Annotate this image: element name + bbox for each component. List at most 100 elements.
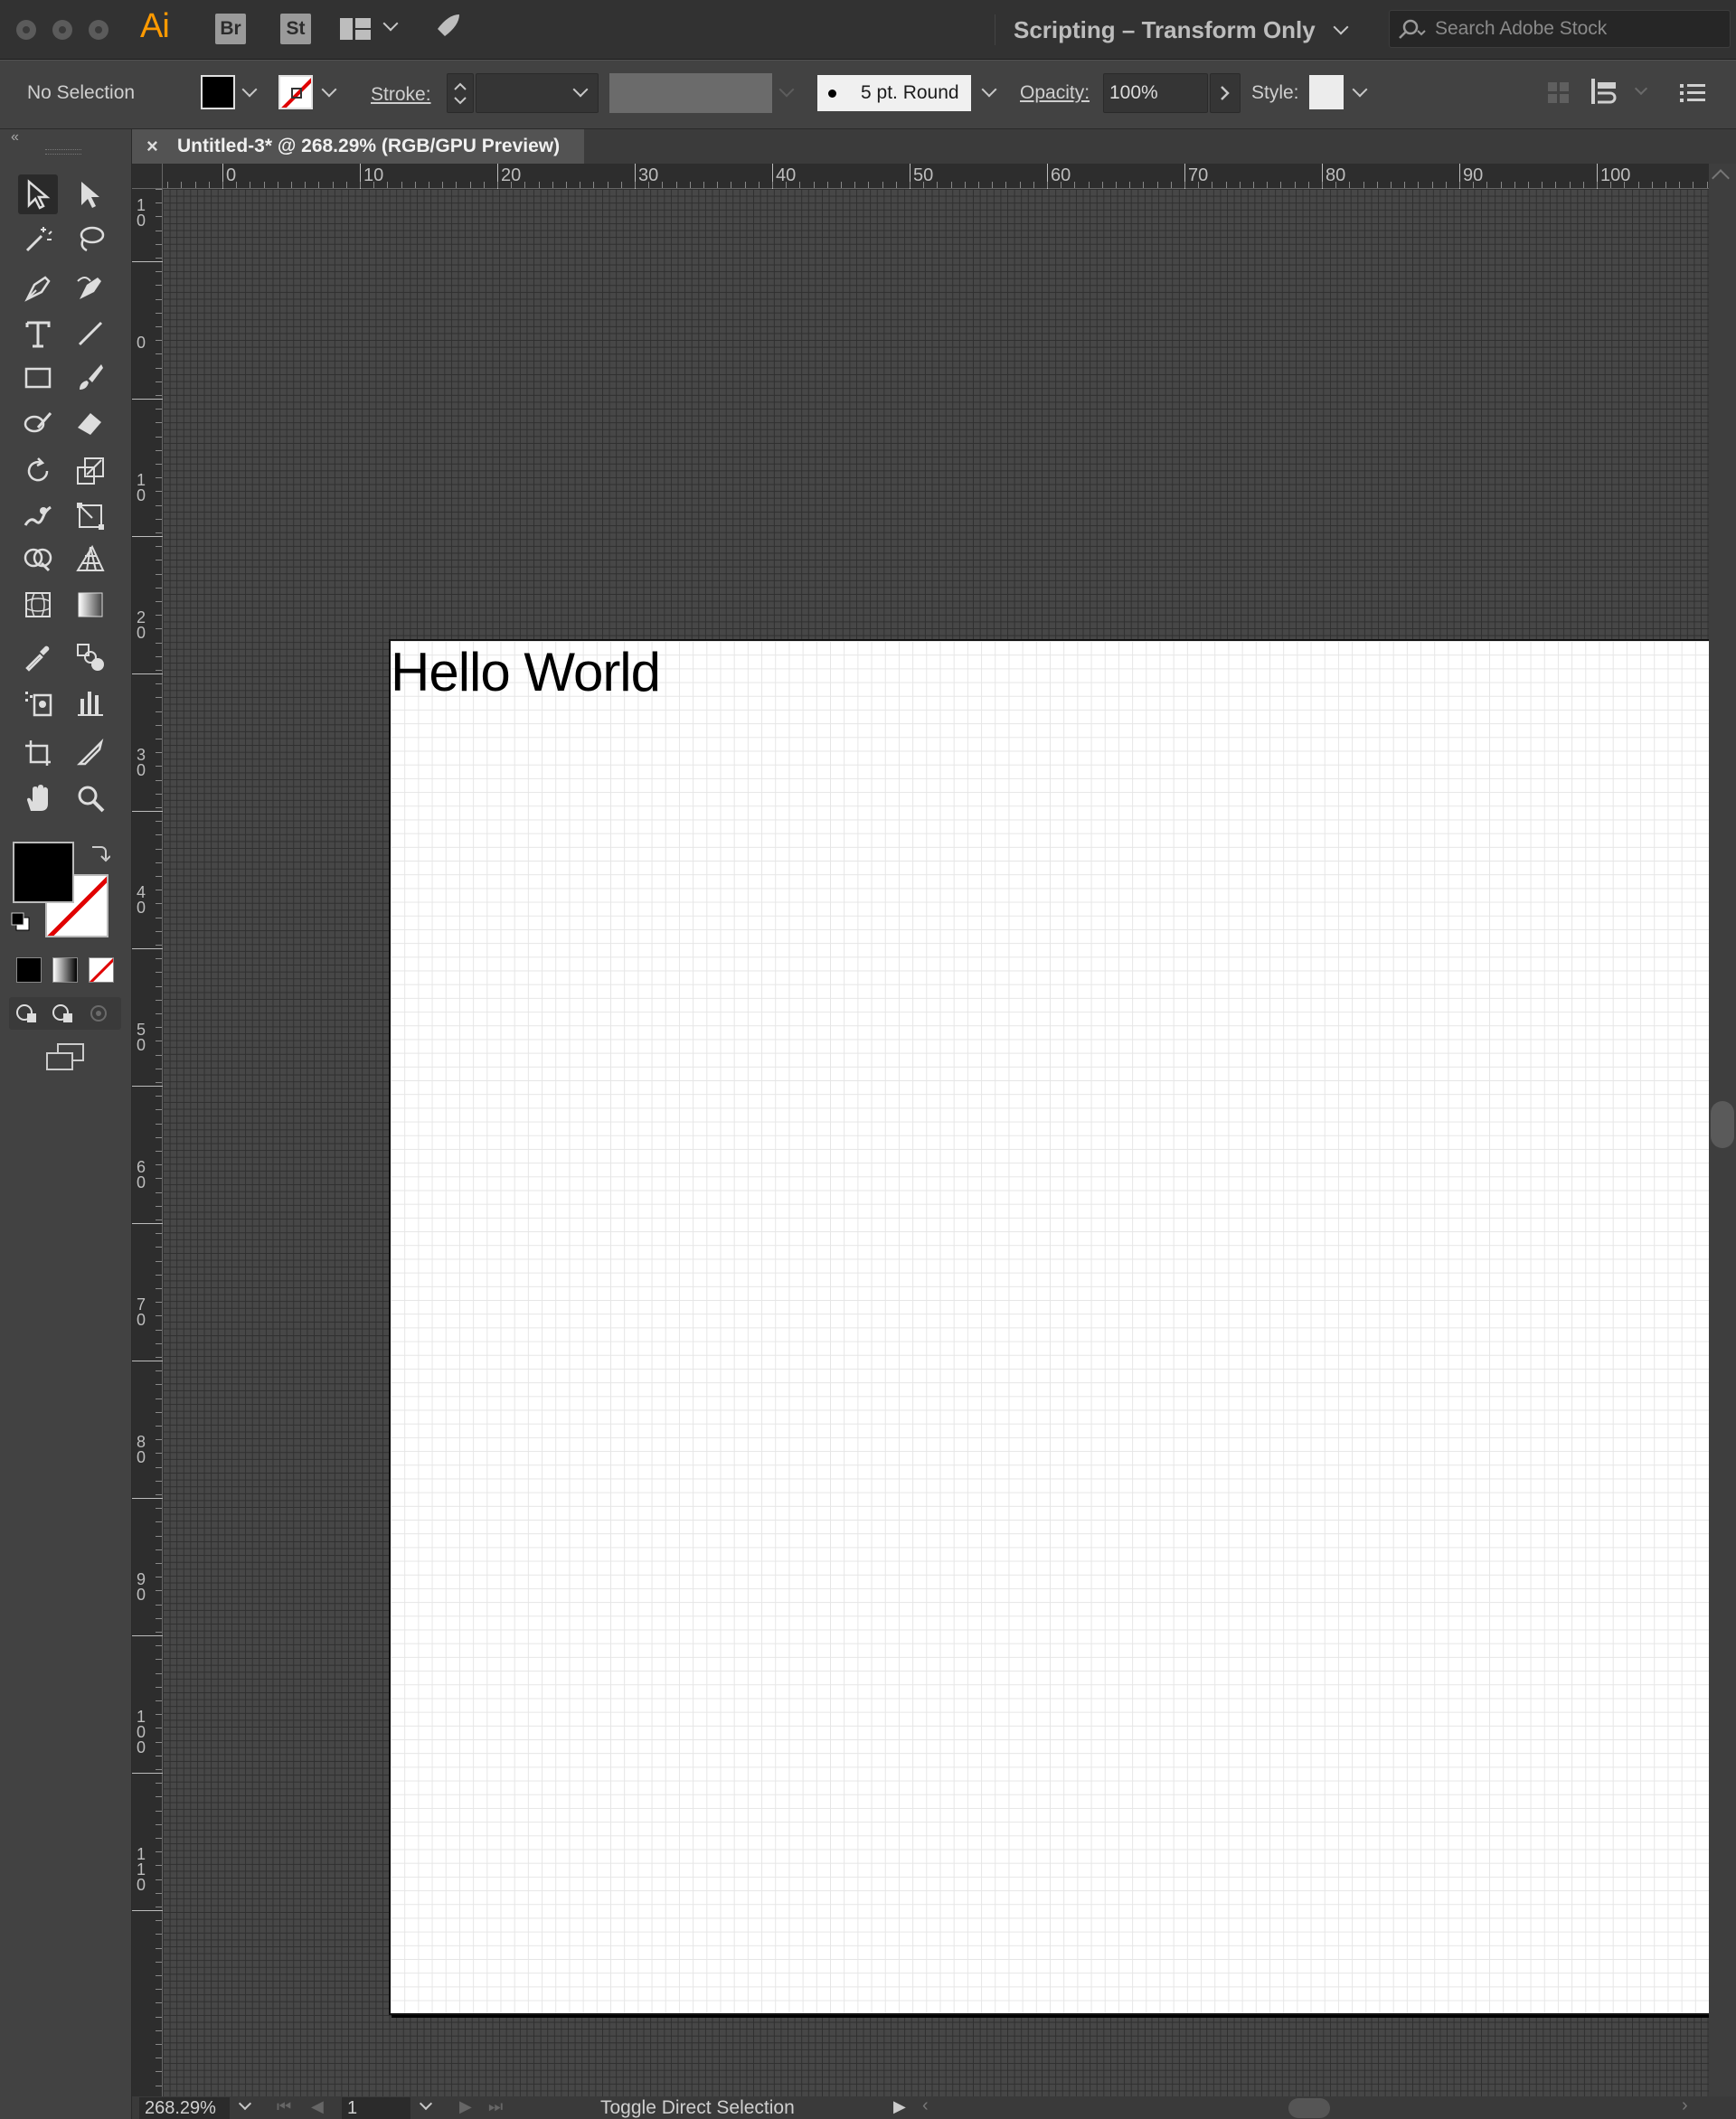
line-tool[interactable]: [71, 314, 110, 353]
hand-tool[interactable]: [18, 778, 58, 818]
draw-behind-icon[interactable]: [51, 1003, 76, 1024]
paintbrush-tool[interactable]: [71, 357, 110, 397]
scroll-right-icon[interactable]: ›: [1682, 2095, 1688, 2116]
warp-tool[interactable]: [18, 496, 58, 536]
ruler-origin[interactable]: [132, 164, 163, 189]
free-transform-tool[interactable]: [71, 496, 110, 536]
chevron-down-icon[interactable]: [1352, 81, 1368, 98]
eyedropper-tool[interactable]: [18, 637, 58, 677]
pen-tool[interactable]: [18, 268, 58, 308]
scale-tool[interactable]: [71, 451, 110, 491]
zoom-tool[interactable]: [71, 778, 110, 818]
arrange-documents-icon[interactable]: [340, 16, 373, 42]
tools-panel: «: [0, 129, 132, 2119]
canvas[interactable]: Hello World: [163, 189, 1736, 2096]
last-artboard-icon[interactable]: ⏭: [488, 2097, 503, 2116]
variable-width-profile[interactable]: [609, 73, 772, 113]
rotate-tool[interactable]: [18, 451, 58, 491]
vertical-scroll-thumb[interactable]: [1711, 1101, 1734, 1148]
chevron-down-icon[interactable]: [1333, 19, 1349, 35]
gradient-mode-button[interactable]: [52, 957, 78, 983]
ruler-tick-label: 1 0: [136, 196, 146, 230]
ruler-tick-label: 9 0: [136, 1570, 146, 1604]
close-window-button[interactable]: [16, 20, 36, 40]
ruler-minor-tick: [318, 182, 320, 188]
artboard-tool[interactable]: [18, 733, 58, 773]
slice-tool[interactable]: [71, 733, 110, 773]
mesh-tool[interactable]: [18, 585, 58, 625]
curvature-tool[interactable]: [71, 268, 110, 308]
screen-mode-icon[interactable]: [45, 1042, 85, 1073]
status-menu-icon[interactable]: ▶: [893, 2097, 906, 2116]
transform-align-icon[interactable]: [1591, 77, 1624, 106]
first-artboard-icon[interactable]: ⏮: [277, 2097, 291, 2116]
selection-tool[interactable]: [18, 174, 58, 214]
panel-menu-icon[interactable]: [1680, 82, 1705, 104]
ruler-minor-tick: [895, 182, 897, 188]
stroke-swatch[interactable]: [278, 75, 313, 109]
line-icon: [78, 321, 103, 346]
magic-wand-tool[interactable]: [18, 220, 58, 259]
rectangle-tool[interactable]: [18, 357, 58, 397]
chevron-down-icon[interactable]: [382, 15, 399, 32]
zoom-field[interactable]: 268.29%: [139, 2097, 230, 2119]
document-tab[interactable]: × Untitled-3* @ 268.29% (RGB/GPU Preview…: [132, 129, 584, 164]
none-mode-button[interactable]: [89, 957, 114, 983]
color-mode-button[interactable]: [16, 957, 42, 983]
chevron-down-icon[interactable]: [241, 81, 258, 98]
graphic-style-swatch[interactable]: [1309, 75, 1344, 109]
ruler-minor-tick: [156, 1123, 162, 1125]
ruler-minor-tick: [156, 464, 162, 465]
ruler-minor-tick: [156, 683, 162, 685]
column-graph-tool[interactable]: [71, 683, 110, 722]
collapse-panel-icon[interactable]: «: [11, 129, 19, 146]
horizontal-ruler[interactable]: 0 10 20 30 40 50 60 70 80 90 100: [132, 164, 1709, 189]
minimize-window-button[interactable]: [52, 20, 72, 40]
ruler-minor-tick: [1486, 182, 1488, 188]
opacity-field[interactable]: 100%: [1103, 73, 1208, 113]
fill-swatch[interactable]: [201, 75, 235, 109]
workspace-switcher[interactable]: Scripting – Transform Only: [995, 14, 1316, 45]
shape-builder-tool[interactable]: [18, 540, 58, 579]
vertical-ruler[interactable]: 1 0 0 1 0 2 0 3 0 4 0 5 0 6 0 7 0 8 0 9 0 1 0 0 1 1 …: [132, 189, 163, 2096]
horizontal-scroll-thumb[interactable]: [1288, 2098, 1330, 2118]
rocket-icon[interactable]: [429, 13, 461, 45]
align-grid-icon[interactable]: [1548, 79, 1570, 106]
lasso-tool[interactable]: [71, 220, 110, 259]
direct-selection-tool[interactable]: [71, 174, 110, 214]
close-tab-icon[interactable]: ×: [146, 129, 158, 164]
default-colors-icon[interactable]: [11, 912, 31, 932]
perspective-grid-tool[interactable]: [71, 540, 110, 579]
draw-normal-icon[interactable]: [14, 1003, 40, 1024]
brush-definition[interactable]: 5 pt. Round: [817, 75, 971, 111]
stroke-weight-stepper[interactable]: [447, 73, 474, 113]
artboard-number-field[interactable]: 1: [342, 2097, 410, 2119]
chevron-down-icon[interactable]: [981, 81, 997, 98]
shaper-tool[interactable]: [18, 402, 58, 442]
eraser-tool[interactable]: [71, 402, 110, 442]
fill-color-box[interactable]: [13, 842, 74, 903]
draw-inside-icon[interactable]: [87, 1003, 112, 1024]
chevron-down-icon[interactable]: [1634, 81, 1648, 96]
stock-button[interactable]: St: [280, 14, 311, 44]
next-artboard-icon[interactable]: ▶: [459, 2097, 472, 2116]
scroll-left-icon[interactable]: ‹: [922, 2095, 929, 2116]
type-tool[interactable]: [18, 314, 58, 353]
maximize-window-button[interactable]: [89, 20, 108, 40]
bridge-button[interactable]: Br: [215, 14, 246, 44]
text-object[interactable]: Hello World: [391, 641, 661, 704]
opacity-label[interactable]: Opacity:: [1020, 82, 1090, 104]
gradient-tool[interactable]: [71, 585, 110, 625]
stroke-label[interactable]: Stroke:: [371, 84, 431, 106]
opacity-expand-button[interactable]: [1210, 73, 1241, 113]
ruler-minor-tick: [772, 182, 773, 188]
swap-colors-icon[interactable]: [89, 842, 111, 863]
ruler-minor-tick: [156, 1838, 162, 1839]
chevron-down-icon[interactable]: [321, 81, 337, 98]
blend-tool[interactable]: [71, 637, 110, 677]
panel-grip[interactable]: [45, 149, 81, 155]
symbol-sprayer-tool[interactable]: [18, 683, 58, 722]
previous-artboard-icon[interactable]: ◀: [311, 2097, 324, 2116]
search-input[interactable]: Search Adobe Stock: [1389, 10, 1731, 48]
artboard[interactable]: Hello World: [389, 639, 1736, 2015]
